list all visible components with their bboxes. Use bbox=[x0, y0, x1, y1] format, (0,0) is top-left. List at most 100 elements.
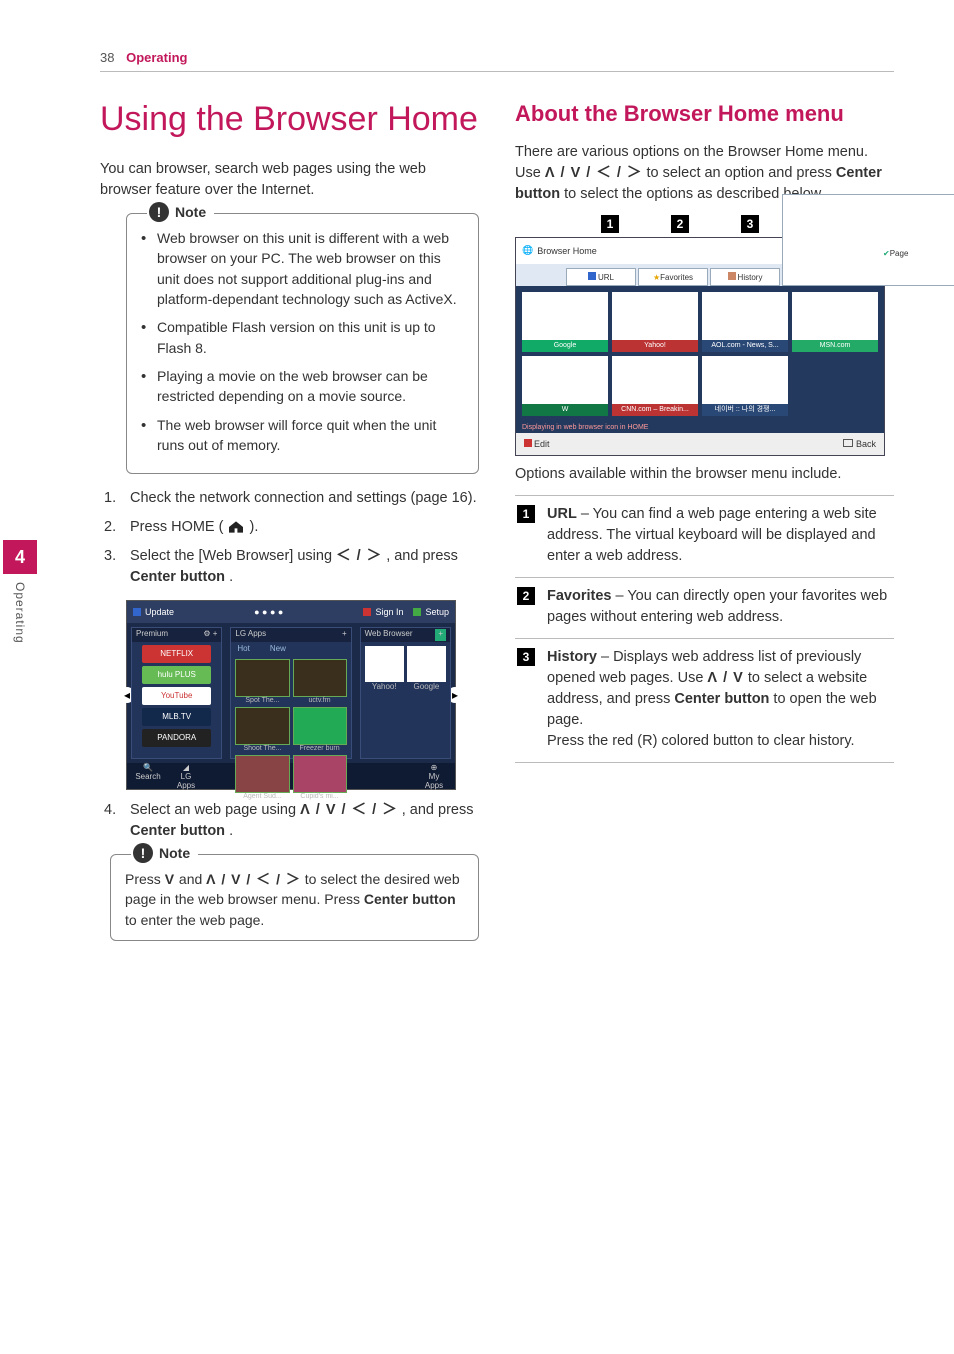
page-header: 38 Operating bbox=[100, 50, 894, 72]
shot-lgapps-icon: ◢LG Apps bbox=[171, 763, 201, 790]
center-button-label: Center button bbox=[674, 691, 769, 707]
note-item: Web browser on this unit is different wi… bbox=[141, 228, 464, 309]
note-text: Press bbox=[125, 871, 165, 887]
step-1: Check the network connection and setting… bbox=[100, 488, 479, 509]
step-text: Select an web page using bbox=[130, 802, 300, 818]
option-title: History bbox=[547, 649, 597, 665]
info-icon: ! bbox=[133, 843, 153, 863]
note-item: Compatible Flash version on this unit is… bbox=[141, 317, 464, 358]
note-text: to enter the web page. bbox=[125, 912, 264, 928]
note-text: and bbox=[179, 871, 206, 887]
shot-wb-label: Web Browser bbox=[365, 629, 413, 641]
note-label-text: Note bbox=[159, 843, 190, 863]
intro-text: to select an option and press bbox=[646, 165, 835, 181]
shot-setup: Setup bbox=[425, 607, 449, 617]
shot-update: Update bbox=[145, 607, 174, 617]
shot-tab-hist: History bbox=[710, 268, 780, 286]
shot-subtab: Hot bbox=[237, 644, 249, 653]
shot-app: uctv.fm bbox=[293, 697, 347, 704]
shot-thumb: MSN.com bbox=[792, 340, 878, 352]
option-number-icon: 2 bbox=[517, 587, 535, 605]
shot-lgapps-label: LG Apps bbox=[235, 629, 266, 641]
note-label-text: Note bbox=[175, 202, 206, 222]
shot-thumb: W bbox=[522, 404, 608, 416]
center-button-label: Center button bbox=[130, 823, 225, 839]
home-icon bbox=[227, 520, 245, 534]
shot-tile: hulu PLUS bbox=[142, 666, 211, 684]
step-4: Select an web page using Λ / V / ＜ / ＞ ,… bbox=[100, 800, 479, 842]
shot-premium-label: Premium bbox=[136, 629, 168, 641]
option-row-history: 3 History – Displays web address list of… bbox=[515, 638, 894, 763]
options-table: 1 URL – You can find a web page entering… bbox=[515, 495, 894, 763]
option-desc: – You can find a web page entering a web… bbox=[547, 506, 877, 564]
note-label: ! Note bbox=[131, 843, 198, 863]
shot-tile: NETFLIX bbox=[142, 645, 211, 663]
option-title: Favorites bbox=[547, 588, 611, 604]
info-icon: ! bbox=[149, 202, 169, 222]
shot-app: Shoot The... bbox=[235, 745, 289, 752]
page-title: Using the Browser Home bbox=[100, 100, 479, 139]
note-item: The web browser will force quit when the… bbox=[141, 415, 464, 456]
shot-app: Agent Sud... bbox=[235, 793, 289, 800]
shot-tile: PANDORA bbox=[142, 729, 211, 747]
option-title: URL bbox=[547, 506, 577, 522]
shot-tile: YouTube bbox=[142, 687, 211, 705]
shot-thumb: CNN.com – Breakin... bbox=[612, 404, 698, 416]
option-row-url: 1 URL – You can find a web page entering… bbox=[515, 495, 894, 577]
shot-hint: Displaying in web browser icon in HOME bbox=[516, 422, 884, 433]
option-number-icon: 1 bbox=[517, 505, 535, 523]
step-text: Press HOME ( bbox=[130, 519, 223, 535]
shot-signin: Sign In bbox=[375, 607, 403, 617]
shot-site: Google bbox=[407, 682, 446, 691]
step-3: Select the [Web Browser] using ＜ / ＞ , a… bbox=[100, 546, 479, 588]
shot-site: Yahoo! bbox=[365, 682, 404, 691]
shot-search-icon: 🔍Search bbox=[133, 763, 163, 790]
shot-thumb: Google bbox=[522, 340, 608, 352]
shot-back: Back bbox=[856, 439, 876, 449]
down-arrow-icon: V bbox=[165, 871, 175, 887]
shot-tab-page: ✔Page bbox=[782, 194, 954, 286]
shot-app: Cupid's mi... bbox=[293, 793, 347, 800]
step-text: , and press bbox=[402, 802, 474, 818]
callout-3-icon: 3 bbox=[741, 215, 759, 233]
note-box-1: ! Note Web browser on this unit is diffe… bbox=[126, 213, 479, 474]
step-text: . bbox=[229, 569, 233, 585]
home-menu-screenshot: ◂ ▸ Update ● ● ● ● Sign In Setup Premium… bbox=[126, 600, 456, 790]
center-button-label: Center button bbox=[130, 569, 225, 585]
option-desc: Press the red (R) colored button to clea… bbox=[547, 733, 855, 749]
shot-tab-url: URL bbox=[566, 268, 636, 286]
note-item: Playing a movie on the web browser can b… bbox=[141, 366, 464, 407]
shot-subtab: New bbox=[270, 644, 286, 653]
step-text: . bbox=[229, 823, 233, 839]
step-text: Select the [Web Browser] using bbox=[130, 548, 336, 564]
page-number: 38 bbox=[100, 50, 114, 65]
section-title: About the Browser Home menu bbox=[515, 100, 894, 128]
nav-arrows-icon: Λ / V / ＜ / ＞ bbox=[206, 871, 301, 887]
options-caption: Options available within the browser men… bbox=[515, 464, 894, 485]
step-text: , and press bbox=[386, 548, 458, 564]
shot-myapps-icon: ⊕My Apps bbox=[419, 763, 449, 790]
center-button-label: Center button bbox=[364, 891, 456, 907]
note-box-2: ! Note Press V and Λ / V / ＜ / ＞ to sele… bbox=[110, 854, 479, 941]
shot-app: Spot The... bbox=[235, 697, 289, 704]
section-name: Operating bbox=[126, 50, 187, 65]
callout-1-icon: 1 bbox=[601, 215, 619, 233]
note-label: ! Note bbox=[147, 202, 214, 222]
option-number-icon: 3 bbox=[517, 648, 535, 666]
nav-arrows-icon: Λ / V / ＜ / ＞ bbox=[300, 802, 398, 818]
nav-arrows-icon: Λ / V / ＜ / ＞ bbox=[545, 165, 643, 181]
shot-tile: MLB.TV bbox=[142, 708, 211, 726]
shot-edit: Edit bbox=[534, 439, 550, 449]
shot-thumb: AOL.com - News, S... bbox=[702, 340, 788, 352]
shot-tab-fav: ★Favorites bbox=[638, 268, 708, 286]
browser-home-screenshot: 🌐Browser Home URL ★Favorites History ✔Pa… bbox=[515, 237, 885, 456]
up-down-arrows-icon: Λ / V bbox=[707, 670, 743, 686]
step-text: ). bbox=[250, 519, 259, 535]
shot-thumb: 네이버 :: 나의 경쟁... bbox=[702, 404, 788, 416]
left-right-arrows-icon: ＜ / ＞ bbox=[336, 548, 382, 564]
callout-2-icon: 2 bbox=[671, 215, 689, 233]
shot-thumb: Yahoo! bbox=[612, 340, 698, 352]
shot-title: Browser Home bbox=[537, 246, 597, 256]
option-row-favorites: 2 Favorites – You can directly open your… bbox=[515, 577, 894, 638]
intro-text: You can browser, search web pages using … bbox=[100, 159, 479, 201]
